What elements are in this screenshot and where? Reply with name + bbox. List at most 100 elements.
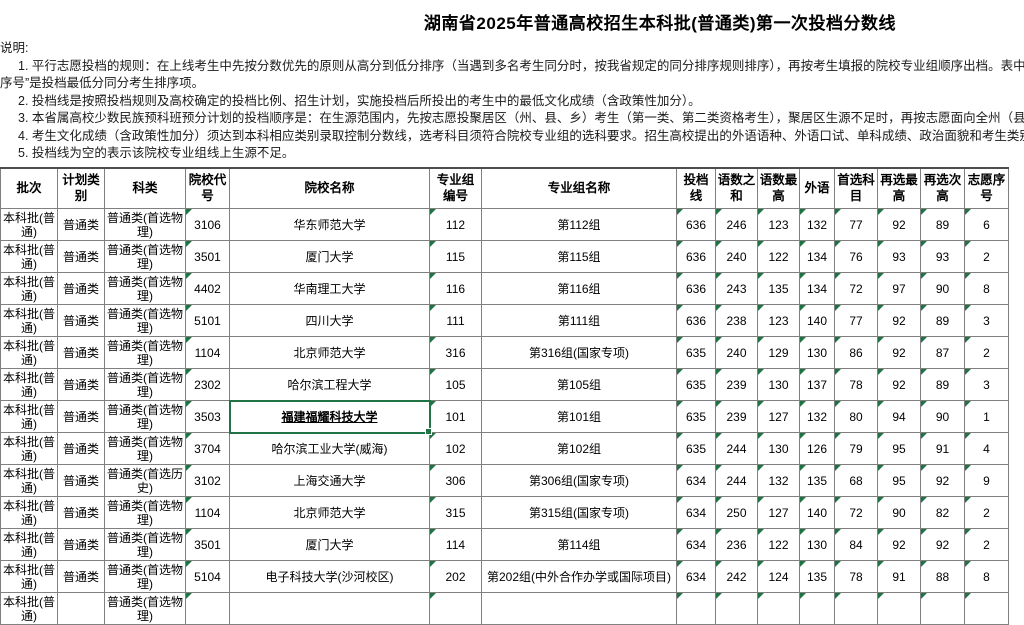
cell[interactable]: 本科批(普通) <box>1 529 58 561</box>
cell[interactable]: 238 <box>716 305 758 337</box>
column-header[interactable]: 语数之和 <box>716 168 758 209</box>
cell[interactable]: 135 <box>800 561 835 593</box>
column-header[interactable]: 语数最高 <box>758 168 800 209</box>
cell[interactable]: 635 <box>677 401 716 433</box>
cell[interactable]: 239 <box>716 401 758 433</box>
cell[interactable]: 第316组(国家专项) <box>482 337 677 369</box>
cell[interactable]: 普通类 <box>58 433 105 465</box>
cell[interactable]: 第105组 <box>482 369 677 401</box>
cell[interactable]: 80 <box>835 401 878 433</box>
cell[interactable]: 635 <box>677 337 716 369</box>
cell[interactable]: 105 <box>430 369 482 401</box>
cell[interactable] <box>482 593 677 625</box>
cell[interactable]: 第306组(国家专项) <box>482 465 677 497</box>
cell[interactable] <box>186 593 230 625</box>
cell[interactable]: 普通类 <box>58 241 105 273</box>
cell[interactable]: 72 <box>835 497 878 529</box>
cell[interactable]: 94 <box>878 401 921 433</box>
cell[interactable]: 本科批(普通) <box>1 369 58 401</box>
cell[interactable]: 127 <box>758 401 800 433</box>
cell[interactable]: 130 <box>758 433 800 465</box>
cell[interactable]: 本科批(普通) <box>1 305 58 337</box>
cell[interactable]: 普通类 <box>58 337 105 369</box>
cell[interactable]: 普通类(首选物理) <box>105 209 186 241</box>
cell[interactable]: 厦门大学 <box>230 529 430 561</box>
cell[interactable]: 普通类 <box>58 561 105 593</box>
cell[interactable]: 87 <box>921 337 965 369</box>
cell[interactable]: 四川大学 <box>230 305 430 337</box>
cell[interactable]: 普通类(首选物理) <box>105 433 186 465</box>
cell[interactable]: 635 <box>677 369 716 401</box>
cell[interactable]: 636 <box>677 241 716 273</box>
cell[interactable]: 普通类 <box>58 369 105 401</box>
column-header[interactable]: 投档线 <box>677 168 716 209</box>
cell[interactable]: 普通类(首选历史) <box>105 465 186 497</box>
cell[interactable]: 95 <box>878 433 921 465</box>
cell[interactable]: 126 <box>800 433 835 465</box>
column-header[interactable]: 院校代号 <box>186 168 230 209</box>
cell[interactable]: 250 <box>716 497 758 529</box>
cell[interactable]: 3501 <box>186 241 230 273</box>
cell[interactable]: 普通类(首选物理) <box>105 529 186 561</box>
cell[interactable]: 72 <box>835 273 878 305</box>
cell[interactable]: 上海交通大学 <box>230 465 430 497</box>
column-header[interactable]: 再选次高 <box>921 168 965 209</box>
cell[interactable]: 本科批(普通) <box>1 209 58 241</box>
cell[interactable]: 本科批(普通) <box>1 241 58 273</box>
cell[interactable]: 137 <box>800 369 835 401</box>
cell[interactable]: 77 <box>835 305 878 337</box>
cell[interactable]: 3102 <box>186 465 230 497</box>
cell[interactable]: 3501 <box>186 529 230 561</box>
cell[interactable]: 本科批(普通) <box>1 593 58 625</box>
cell[interactable]: 635 <box>677 433 716 465</box>
cell[interactable]: 本科批(普通) <box>1 273 58 305</box>
column-header[interactable]: 批次 <box>1 168 58 209</box>
cell[interactable]: 普通类(首选物理) <box>105 593 186 625</box>
selected-cell[interactable]: 福建福耀科技大学 <box>230 401 430 433</box>
cell[interactable]: 5101 <box>186 305 230 337</box>
column-header[interactable]: 院校名称 <box>230 168 430 209</box>
cell[interactable]: 92 <box>921 465 965 497</box>
cell[interactable]: 91 <box>921 433 965 465</box>
cell[interactable]: 132 <box>758 465 800 497</box>
cell[interactable]: 2 <box>965 337 1009 369</box>
cell[interactable]: 普通类 <box>58 401 105 433</box>
cell[interactable]: 316 <box>430 337 482 369</box>
cell[interactable]: 68 <box>835 465 878 497</box>
cell[interactable]: 第101组 <box>482 401 677 433</box>
cell[interactable] <box>758 593 800 625</box>
cell[interactable]: 5104 <box>186 561 230 593</box>
cell[interactable]: 88 <box>921 561 965 593</box>
cell[interactable]: 306 <box>430 465 482 497</box>
cell[interactable] <box>430 593 482 625</box>
cell[interactable]: 246 <box>716 209 758 241</box>
cell[interactable]: 634 <box>677 529 716 561</box>
cell[interactable]: 634 <box>677 465 716 497</box>
cell[interactable]: 82 <box>921 497 965 529</box>
cell[interactable]: 636 <box>677 273 716 305</box>
cell[interactable]: 92 <box>878 305 921 337</box>
cell[interactable]: 315 <box>430 497 482 529</box>
cell[interactable]: 89 <box>921 209 965 241</box>
cell[interactable]: 1104 <box>186 337 230 369</box>
cell[interactable]: 93 <box>878 241 921 273</box>
cell[interactable]: 132 <box>800 209 835 241</box>
cell[interactable]: 95 <box>878 465 921 497</box>
column-header[interactable]: 外语 <box>800 168 835 209</box>
column-header[interactable]: 科类 <box>105 168 186 209</box>
cell[interactable]: 8 <box>965 273 1009 305</box>
cell[interactable]: 90 <box>878 497 921 529</box>
cell[interactable] <box>58 593 105 625</box>
cell[interactable]: 普通类 <box>58 529 105 561</box>
cell[interactable]: 140 <box>800 497 835 529</box>
cell[interactable]: 240 <box>716 337 758 369</box>
cell[interactable]: 124 <box>758 561 800 593</box>
cell[interactable]: 第112组 <box>482 209 677 241</box>
cell[interactable]: 第114组 <box>482 529 677 561</box>
cell[interactable]: 129 <box>758 337 800 369</box>
cell[interactable]: 244 <box>716 465 758 497</box>
cell[interactable]: 第115组 <box>482 241 677 273</box>
cell[interactable]: 77 <box>835 209 878 241</box>
cell[interactable]: 8 <box>965 561 1009 593</box>
cell[interactable]: 122 <box>758 241 800 273</box>
